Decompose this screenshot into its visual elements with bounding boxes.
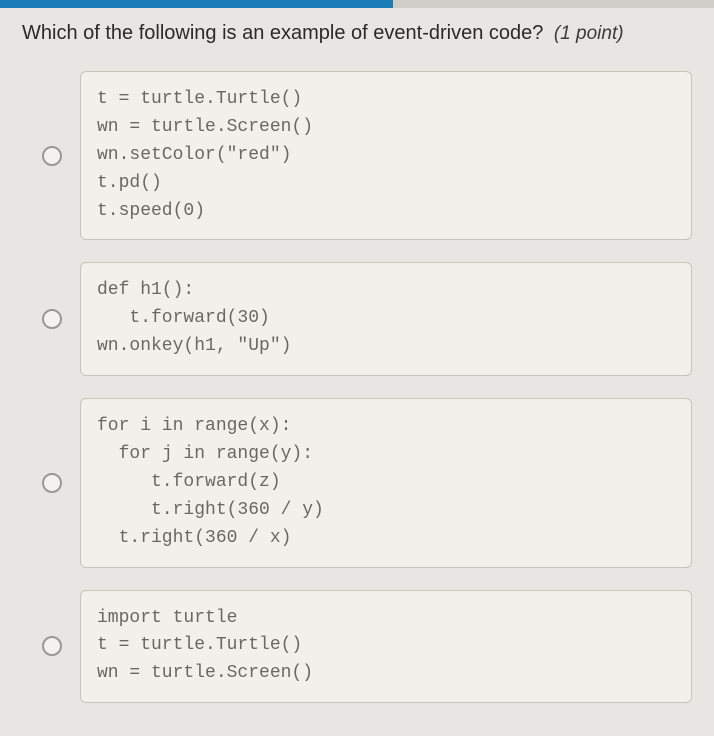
question-prompt: Which of the following is an example of …: [18, 22, 696, 45]
option-code: for i in range(x): for j in range(y): t.…: [80, 398, 692, 567]
options-list: t = turtle.Turtle() wn = turtle.Screen()…: [18, 71, 696, 703]
option-row[interactable]: for i in range(x): for j in range(y): t.…: [42, 398, 692, 567]
progress-bar: [0, 0, 714, 8]
option-row[interactable]: def h1(): t.forward(30) wn.onkey(h1, "Up…: [42, 262, 692, 376]
question-points: (1 point): [554, 23, 624, 44]
question-content: Which of the following is an example of …: [0, 8, 714, 703]
radio-button[interactable]: [42, 309, 62, 329]
option-row[interactable]: t = turtle.Turtle() wn = turtle.Screen()…: [42, 71, 692, 240]
option-row[interactable]: import turtle t = turtle.Turtle() wn = t…: [42, 590, 692, 704]
option-code: t = turtle.Turtle() wn = turtle.Screen()…: [80, 71, 692, 240]
option-code: def h1(): t.forward(30) wn.onkey(h1, "Up…: [80, 262, 692, 376]
radio-button[interactable]: [42, 636, 62, 656]
question-text: Which of the following is an example of …: [22, 22, 543, 44]
radio-button[interactable]: [42, 473, 62, 493]
option-code: import turtle t = turtle.Turtle() wn = t…: [80, 590, 692, 704]
progress-fill: [0, 0, 393, 8]
radio-button[interactable]: [42, 146, 62, 166]
